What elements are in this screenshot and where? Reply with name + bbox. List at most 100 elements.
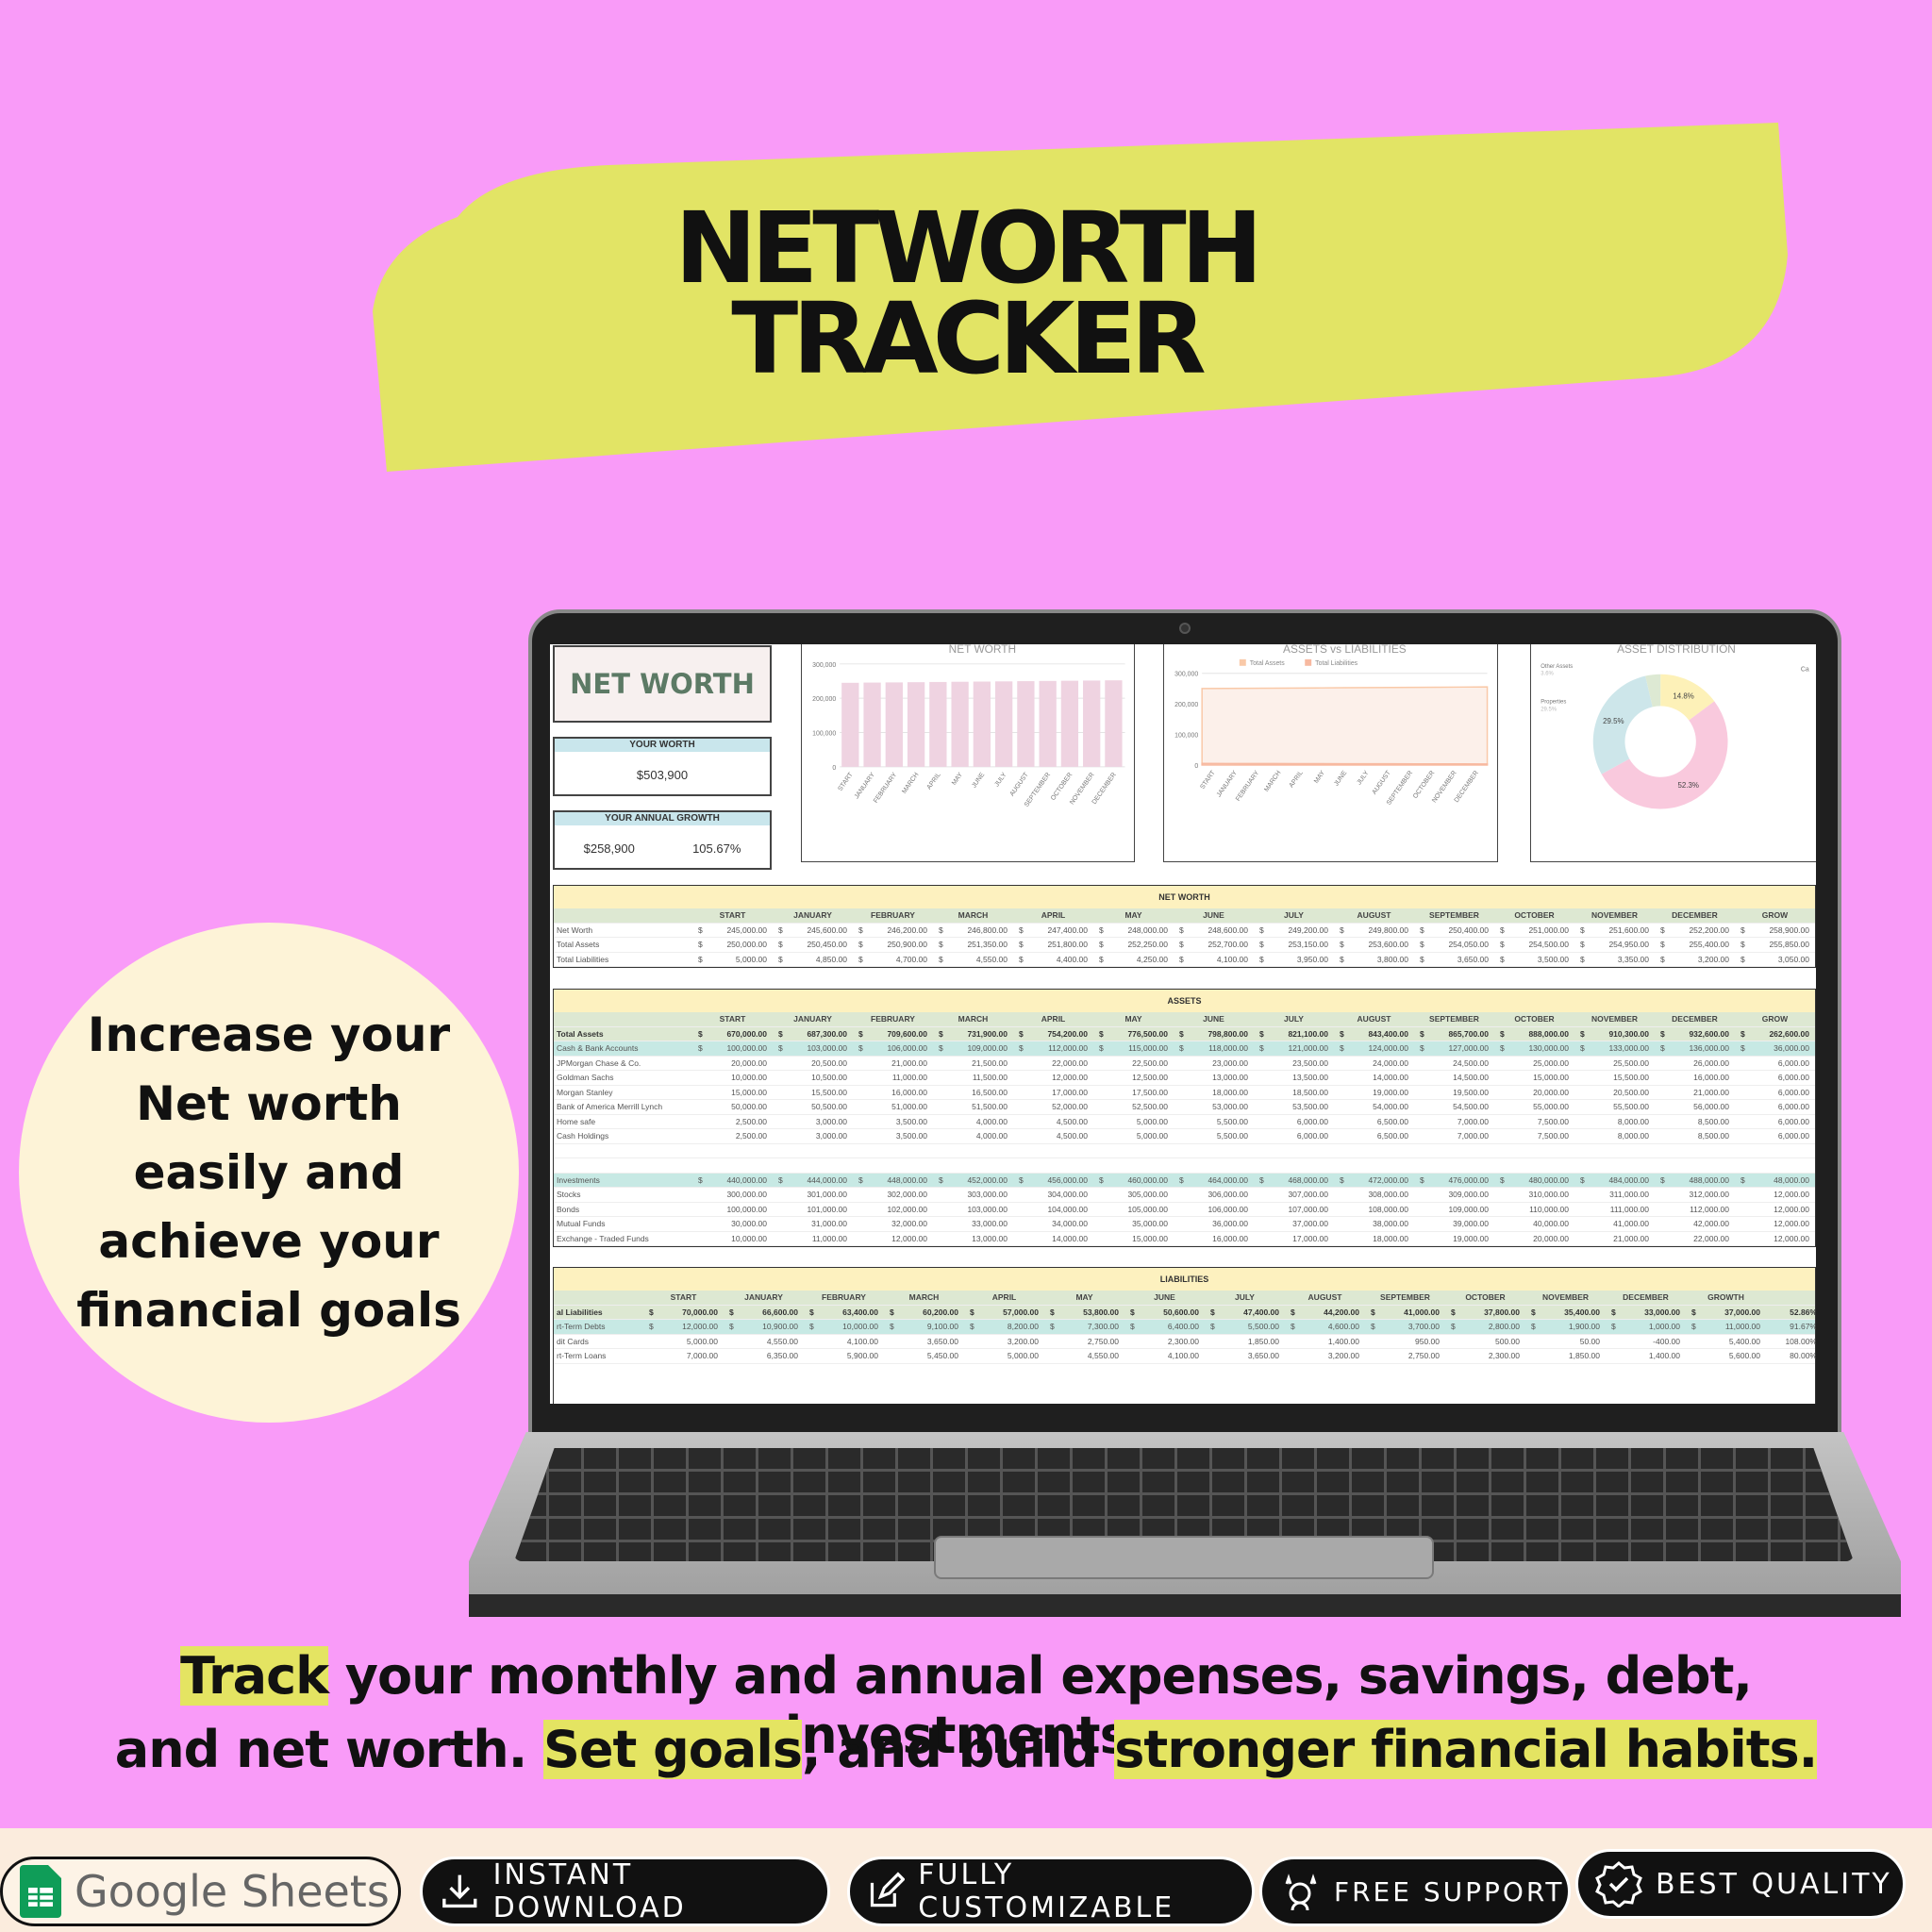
cell-value: 22,000.00: [1693, 1233, 1729, 1243]
cell-value: 10,000.00: [731, 1233, 767, 1243]
cell-value: 13,000.00: [1212, 1073, 1248, 1083]
cell: $8,200.00: [970, 1322, 1039, 1332]
cell-value: 250,000.00: [726, 940, 767, 950]
cell: 108,000.00: [1334, 1205, 1414, 1214]
cell-value: 23,500.00: [1292, 1058, 1328, 1068]
cell-value: 13,000.00: [972, 1233, 1008, 1243]
cell-value: 251,000.00: [1528, 924, 1569, 935]
x-tick-label: JUNE: [971, 772, 986, 790]
cell-value: 798,800.00: [1208, 1028, 1248, 1039]
cell: $254,050.00: [1420, 940, 1489, 950]
cell: 54,000.00: [1334, 1102, 1414, 1111]
cell-value: 14,500.00: [1453, 1073, 1489, 1083]
best-quality-badge: BEST QUALITY: [1575, 1849, 1906, 1919]
cell-value: 5,500.00: [1216, 1131, 1248, 1141]
net-worth-chart: NET WORTH 0 100,000 200,000 300,000 START JANU…: [801, 644, 1135, 862]
cell: $843,400.00: [1340, 1028, 1408, 1039]
slice-label: 14.8%: [1673, 691, 1693, 700]
cell-value: 110,000.00: [1529, 1204, 1569, 1214]
cell-value: 50,600.00: [1163, 1307, 1199, 1317]
cell-value: 312,000.00: [1689, 1190, 1729, 1200]
cell: 312,000.00: [1655, 1190, 1735, 1199]
bar: [994, 681, 1013, 767]
row-label: Total Liabilities: [557, 954, 609, 964]
cell-value: 108,000.00: [1368, 1204, 1408, 1214]
cell-value: 460,000.00: [1127, 1174, 1168, 1185]
cell: $248,600.00: [1179, 924, 1248, 935]
cell-value: 11,000.00: [891, 1073, 927, 1083]
table-row: Mutual Funds 30,000.00 31,000.00 32,000.00 3…: [554, 1217, 1815, 1232]
assets-vs-liabilities-chart: ASSETS vs LIABILITIES 0 100,000 200,000 300,…: [1163, 644, 1498, 862]
cell-value: 41,000.00: [1404, 1307, 1440, 1317]
cell-value: 910,300.00: [1608, 1028, 1649, 1039]
cell: 6,000.00: [1735, 1073, 1815, 1082]
cell: $4,550.00: [939, 954, 1008, 964]
cell: 91.67%: [1766, 1322, 1816, 1331]
header-row: START JANUARY FEBRUARY MARCH APRIL MAY JUNE JUL…: [554, 908, 1815, 924]
area-series: [1201, 686, 1489, 766]
table-row: JPMorgan Chase & Co. 20,000.00 20,500.00 21…: [554, 1057, 1815, 1071]
column-header: APRIL: [1041, 910, 1066, 921]
cell-value: 12,000.00: [1774, 1204, 1809, 1214]
cell: $41,000.00: [1371, 1307, 1440, 1317]
cell: 52,000.00: [1013, 1102, 1093, 1111]
instant-download-badge: INSTANT DOWNLOAD: [420, 1857, 830, 1926]
cell-value: 21,000.00: [1613, 1233, 1649, 1243]
cell-value: 41,000.00: [1613, 1219, 1649, 1229]
cell: $252,200.00: [1660, 924, 1729, 935]
cell: 306,000.00: [1174, 1190, 1254, 1199]
y-tick-label: 0: [1194, 763, 1198, 770]
cell: 55,000.00: [1494, 1102, 1574, 1111]
cell-value: 53,800.00: [1083, 1307, 1119, 1317]
column-header: DECEMBER: [1672, 1014, 1718, 1024]
cell: 33,000.00: [933, 1219, 1013, 1228]
cell-value: 888,000.00: [1528, 1028, 1569, 1039]
cell-value: 488,000.00: [1689, 1174, 1729, 1185]
chart-title: NET WORTH: [949, 644, 1016, 656]
cell-value: 7,000.00: [686, 1351, 718, 1361]
cell: $48,000.00: [1740, 1174, 1809, 1185]
cell-value: 251,800.00: [1047, 940, 1088, 950]
cell-value: 63,400.00: [842, 1307, 878, 1317]
cell-value: 6,000.00: [1777, 1131, 1809, 1141]
cell-value: 5,900.00: [846, 1351, 878, 1361]
cell-value: 39,000.00: [1453, 1219, 1489, 1229]
cell: 12,000.00: [1735, 1219, 1815, 1228]
column-header: NOVEMBER: [1541, 1292, 1590, 1303]
cell: $66,600.00: [729, 1307, 798, 1317]
cell-value: 4,400.00: [1056, 954, 1088, 964]
cell: 5,400.00: [1686, 1337, 1766, 1346]
cell-value: 4,100.00: [1216, 954, 1248, 964]
cell: 5,450.00: [884, 1351, 964, 1360]
cell-value: 3,500.00: [1537, 954, 1569, 964]
y-tick-label: 300,000: [1174, 672, 1198, 678]
your-worth-card: YOUR WORTH $503,900: [553, 737, 772, 796]
cell-value: 687,300.00: [807, 1028, 847, 1039]
row-label: Net Worth: [557, 924, 593, 935]
slice-label: 29.5%: [1603, 717, 1624, 725]
free-support-badge: FREE SUPPORT: [1259, 1857, 1571, 1926]
cell: 5,000.00: [1093, 1117, 1174, 1126]
cell-value: 105,000.00: [1127, 1204, 1168, 1214]
cell: $11,000.00: [1691, 1322, 1760, 1332]
cell-value: 15,000.00: [731, 1087, 767, 1097]
cell: $60,200.00: [890, 1307, 958, 1317]
cell: $245,600.00: [778, 924, 847, 935]
cell-value: 2,800.00: [1488, 1322, 1520, 1332]
row-label: Goldman Sachs: [557, 1073, 614, 1083]
cell: 17,000.00: [1254, 1234, 1334, 1243]
cell-value: 452,000.00: [967, 1174, 1008, 1185]
cell: 4,000.00: [933, 1117, 1013, 1126]
cell: $754,200.00: [1019, 1028, 1088, 1039]
cell: 4,100.00: [1124, 1351, 1205, 1360]
row-label: Cash Holdings: [557, 1131, 609, 1141]
fully-customizable-badge: FULLY CUSTOMIZABLE: [847, 1857, 1255, 1926]
cell-value: 10,000.00: [842, 1322, 878, 1332]
column-header: JULY: [1284, 910, 1304, 921]
cell-value: 101,000.00: [807, 1204, 847, 1214]
column-header: JUNE: [1154, 1292, 1175, 1303]
cell: 10,000.00: [692, 1234, 773, 1243]
y-tick-label: 100,000: [812, 730, 836, 737]
cell: 102,000.00: [853, 1205, 933, 1214]
cell-value: 24,000.00: [1373, 1058, 1408, 1068]
